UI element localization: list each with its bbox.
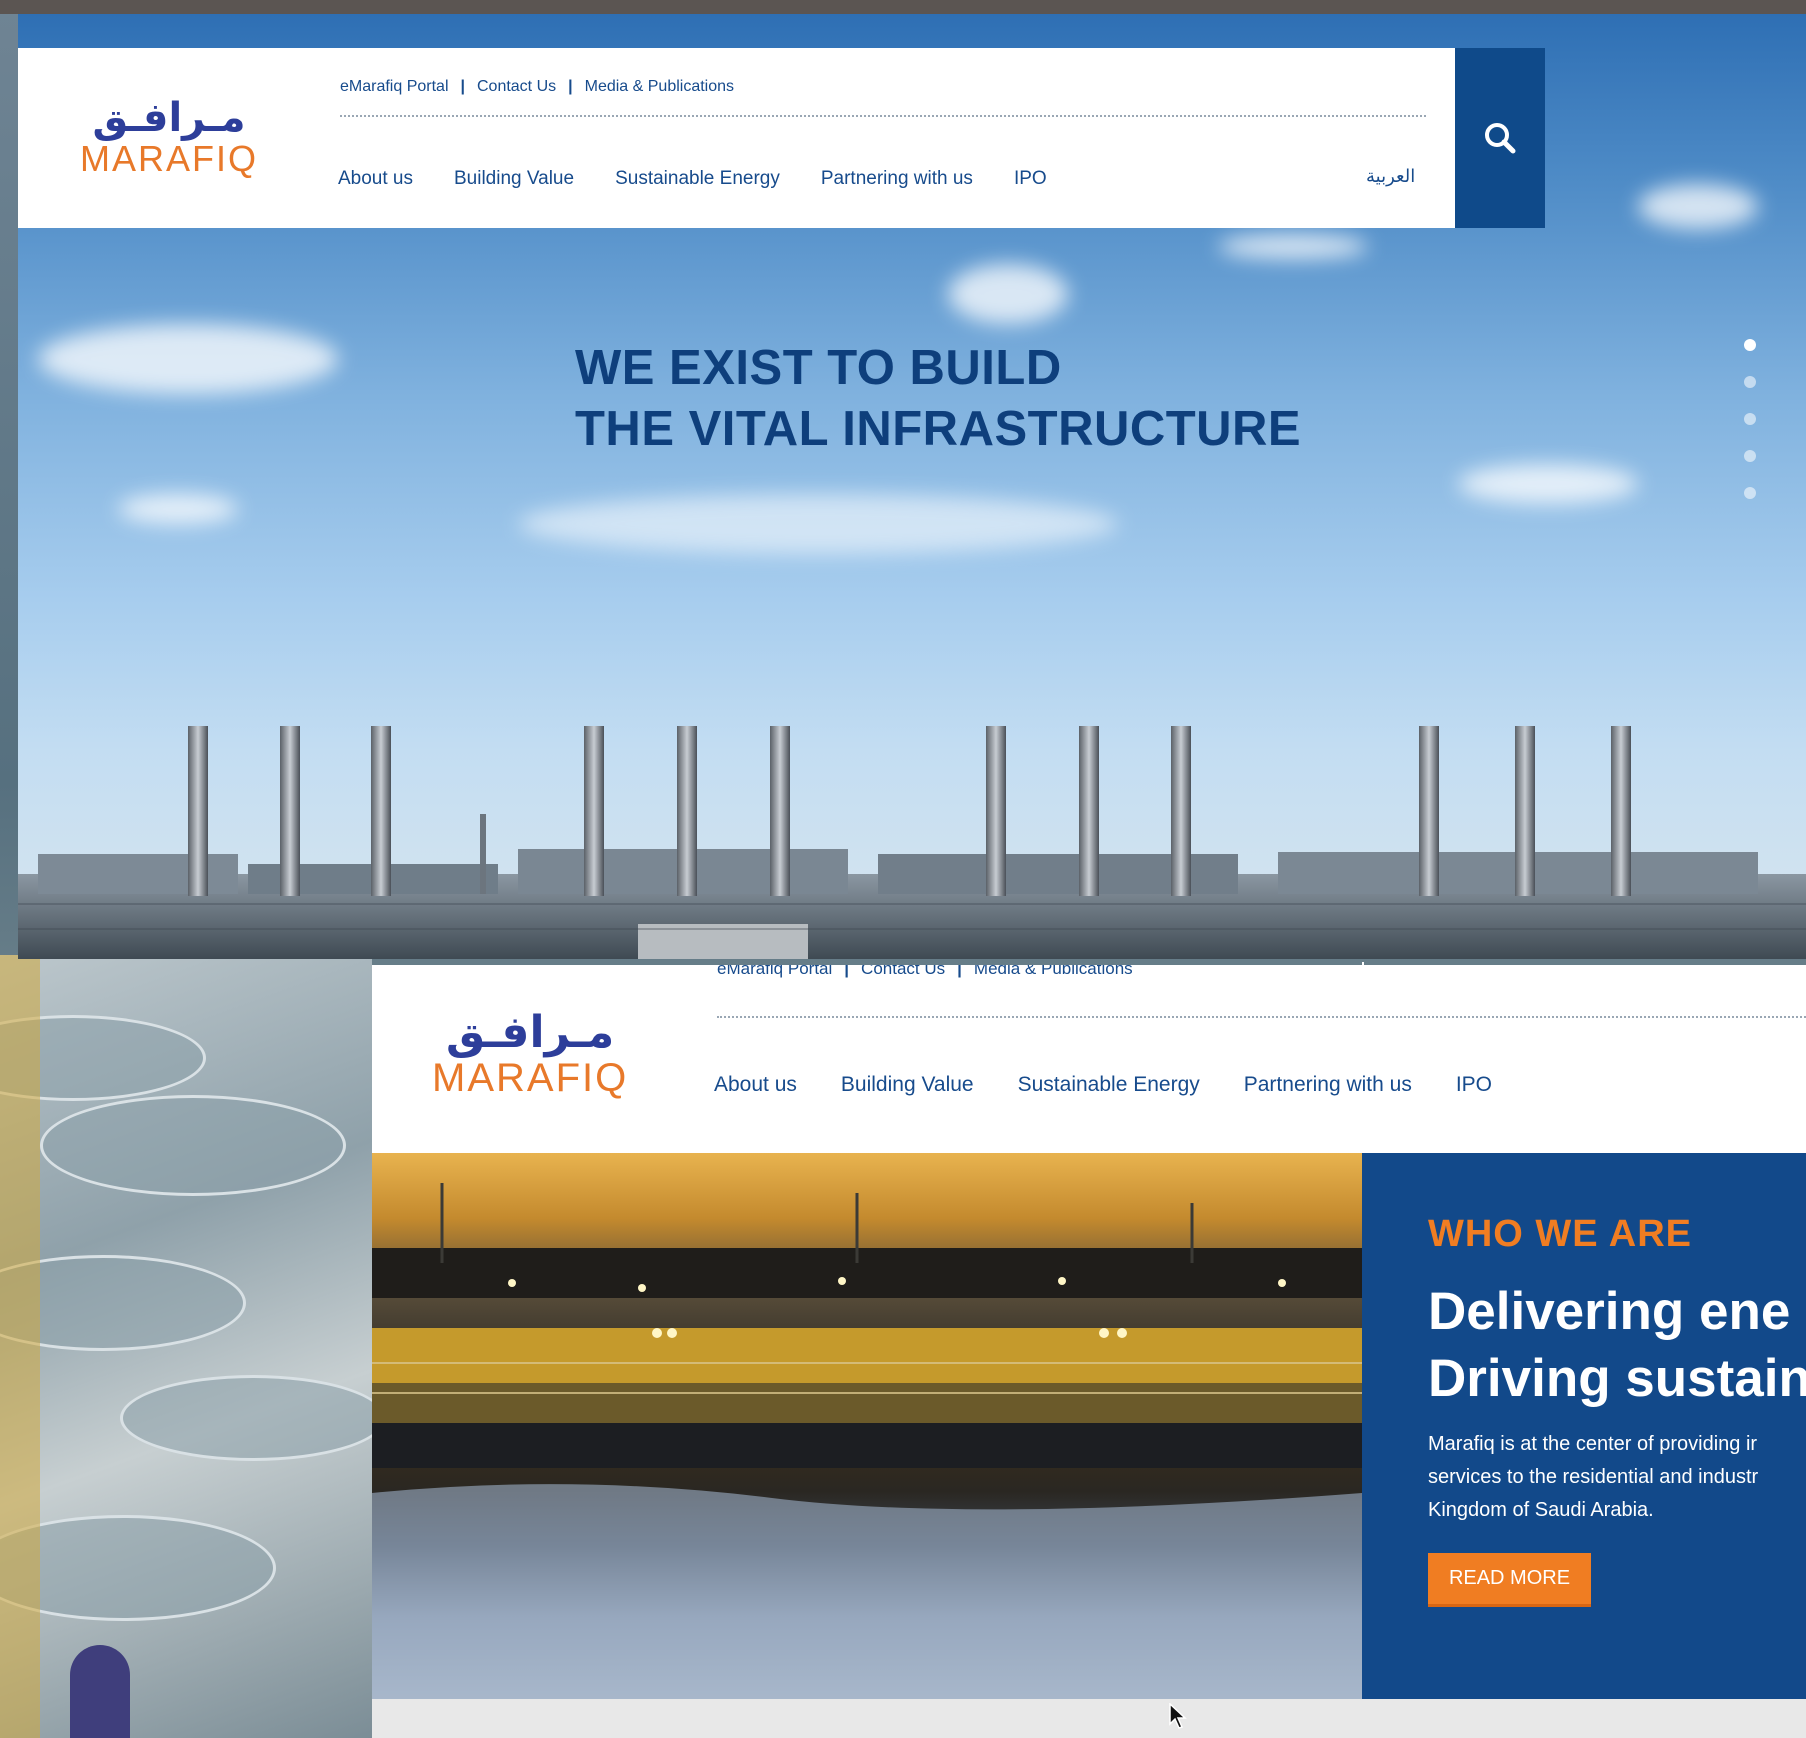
hero-line-2: THE VITAL INFRASTRUCTURE [575,402,1302,456]
language-switch[interactable]: العربية [1366,166,1415,187]
utility-links: eMarafiq Portal | Contact Us | Media & P… [340,78,734,96]
media-publications-link[interactable]: Media & Publications [974,965,1133,979]
emarafiq-portal-link[interactable]: eMarafiq Portal [717,965,832,979]
nav-ipo[interactable]: IPO [1014,168,1047,190]
mouse-cursor-icon [1169,1703,1187,1729]
link-separator: | [460,78,465,95]
header-divider [340,115,1426,117]
emarafiq-portal-link[interactable]: eMarafiq Portal [340,78,449,96]
slider-dot[interactable] [1744,450,1756,462]
hero-heading: WE EXIST TO BUILD THE VITAL INFRASTRUCTU… [575,338,1301,460]
header-divider [717,1016,1806,1018]
link-separator: | [844,965,850,978]
link-separator: | [568,78,573,95]
link-separator: | [957,965,962,978]
marafiq-logo[interactable]: مـرافـق MARAFIQ [432,1009,628,1100]
homepage-hero-screen: مـرافـق MARAFIQ eMarafiq Portal | Contac… [18,14,1806,959]
search-icon [1485,123,1516,154]
power-plant-image [18,726,1806,959]
section-heading: Delivering ene Driving sustain [1428,1278,1806,1412]
site-header: مـرافـق MARAFIQ eMarafiq Portal | Contac… [18,48,1455,228]
description-line-2: services to the residential and industr [1428,1466,1759,1488]
nav-ipo[interactable]: IPO [1456,1073,1492,1097]
background-top-strip [0,0,1806,14]
slider-dot[interactable] [1744,413,1756,425]
bottom-strip [372,1699,1806,1738]
nav-partnering[interactable]: Partnering with us [1244,1073,1412,1097]
nav-building-value[interactable]: Building Value [454,168,574,190]
slider-dot[interactable] [1744,339,1756,351]
nav-sustainable-energy[interactable]: Sustainable Energy [615,168,780,190]
media-publications-link[interactable]: Media & Publications [585,78,734,96]
marafiq-logo[interactable]: مـرافـق MARAFIQ [80,96,258,178]
slider-dot[interactable] [1744,376,1756,388]
nav-about-us[interactable]: About us [338,168,413,190]
main-nav: About us Building Value Sustainable Ener… [338,168,1047,190]
facility-illustration [372,1183,1362,1699]
read-more-button[interactable]: READ MORE [1428,1553,1591,1607]
utility-links: eMarafiq Portal | Contact Us | Media & P… [717,965,1133,979]
description-line-3: Kingdom of Saudi Arabia. [1428,1499,1654,1521]
night-facility-photo [372,1153,1362,1699]
nav-partnering[interactable]: Partnering with us [821,168,973,190]
main-nav: About us Building Value Sustainable Ener… [714,1073,1492,1097]
background-industrial-image [0,955,372,1738]
nav-about-us[interactable]: About us [714,1073,797,1097]
search-button[interactable] [1455,48,1545,228]
slider-dot[interactable] [1744,487,1756,499]
contact-us-link[interactable]: Contact Us [477,78,556,96]
description-line-1: Marafiq is at the center of providing ir [1428,1433,1758,1455]
hero-line-1: WE EXIST TO BUILD [575,341,1062,395]
slider-pagination [1744,339,1756,499]
heading-line-1: Delivering ene [1428,1282,1791,1341]
who-we-are-screen: eMarafiq Portal | Contact Us | Media & P… [372,965,1806,1738]
contact-us-link[interactable]: Contact Us [861,965,945,979]
nav-sustainable-energy[interactable]: Sustainable Energy [1018,1073,1200,1097]
nav-building-value[interactable]: Building Value [841,1073,974,1097]
section-description: Marafiq is at the center of providing ir… [1428,1428,1758,1527]
heading-line-2: Driving sustain [1428,1349,1806,1408]
section-tag: WHO WE ARE [1428,1213,1693,1255]
who-we-are-panel: WHO WE ARE Delivering ene Driving sustai… [1362,1153,1806,1699]
